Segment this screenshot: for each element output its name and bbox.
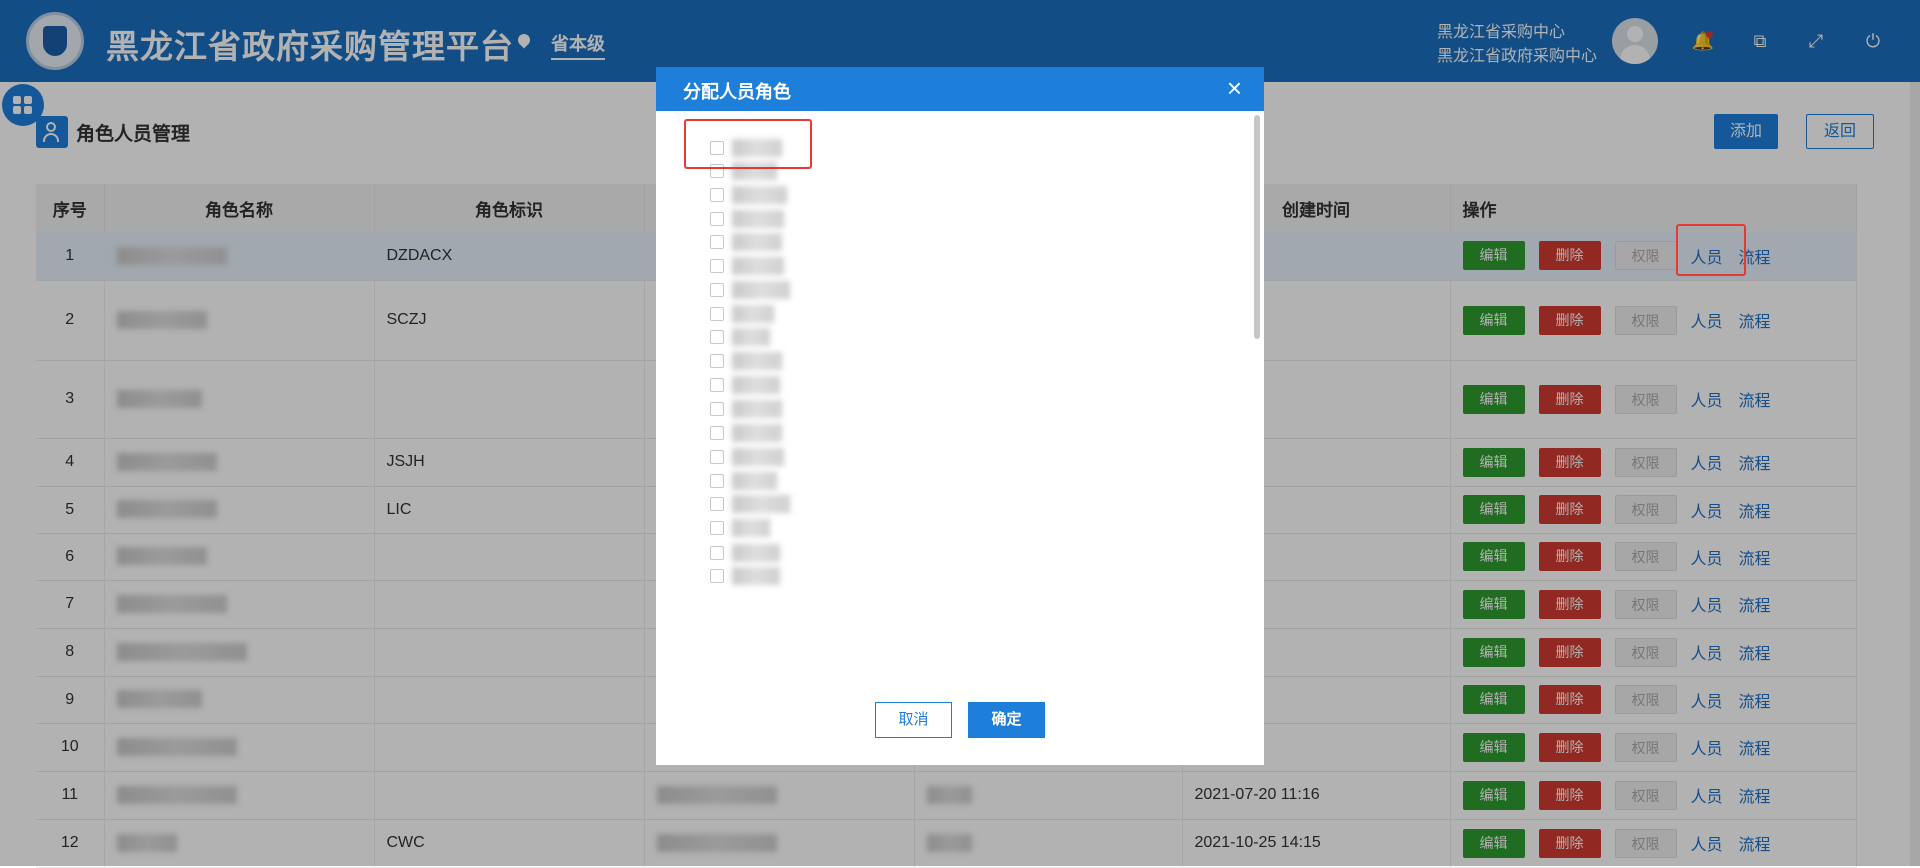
checkbox[interactable] [710, 354, 724, 368]
highlight-box-people-link [1676, 224, 1746, 276]
checkbox[interactable] [710, 474, 724, 488]
confirm-button[interactable]: 确定 [968, 702, 1045, 738]
blurred-text [732, 472, 777, 490]
blurred-text [732, 495, 790, 513]
blurred-text [732, 233, 782, 251]
dialog-header: 分配人员角色 × [656, 67, 1264, 111]
blurred-text [732, 186, 787, 204]
checkbox[interactable] [710, 426, 724, 440]
blurred-text [732, 400, 782, 418]
dialog-title: 分配人员角色 [683, 82, 791, 102]
checkbox[interactable] [710, 402, 724, 416]
checkbox[interactable] [710, 212, 724, 226]
checkbox[interactable] [710, 497, 724, 511]
checkbox[interactable] [710, 235, 724, 249]
checkbox[interactable] [710, 546, 724, 560]
person-list [656, 111, 1264, 675]
blurred-text [732, 305, 774, 323]
blurred-text [732, 567, 780, 585]
checkbox[interactable] [710, 259, 724, 273]
highlight-box-first-item [684, 119, 812, 169]
checkbox[interactable] [710, 521, 724, 535]
assign-role-dialog: 分配人员角色 × 取消 确定 [656, 67, 1264, 765]
cancel-button[interactable]: 取消 [875, 702, 952, 738]
blurred-text [732, 257, 784, 275]
blurred-text [732, 448, 784, 466]
close-icon[interactable]: × [1227, 73, 1242, 103]
checkbox[interactable] [710, 307, 724, 321]
checkbox[interactable] [710, 378, 724, 392]
dialog-scrollbar[interactable] [1254, 115, 1260, 339]
checkbox[interactable] [710, 283, 724, 297]
blurred-text [732, 328, 770, 346]
blurred-text [732, 376, 780, 394]
blurred-text [732, 424, 782, 442]
blurred-text [732, 352, 782, 370]
blurred-text [732, 519, 770, 537]
blurred-text [732, 281, 790, 299]
checkbox[interactable] [710, 569, 724, 583]
checkbox[interactable] [710, 188, 724, 202]
checkbox[interactable] [710, 450, 724, 464]
blurred-text [732, 210, 784, 228]
checkbox[interactable] [710, 330, 724, 344]
blurred-text [732, 544, 780, 562]
